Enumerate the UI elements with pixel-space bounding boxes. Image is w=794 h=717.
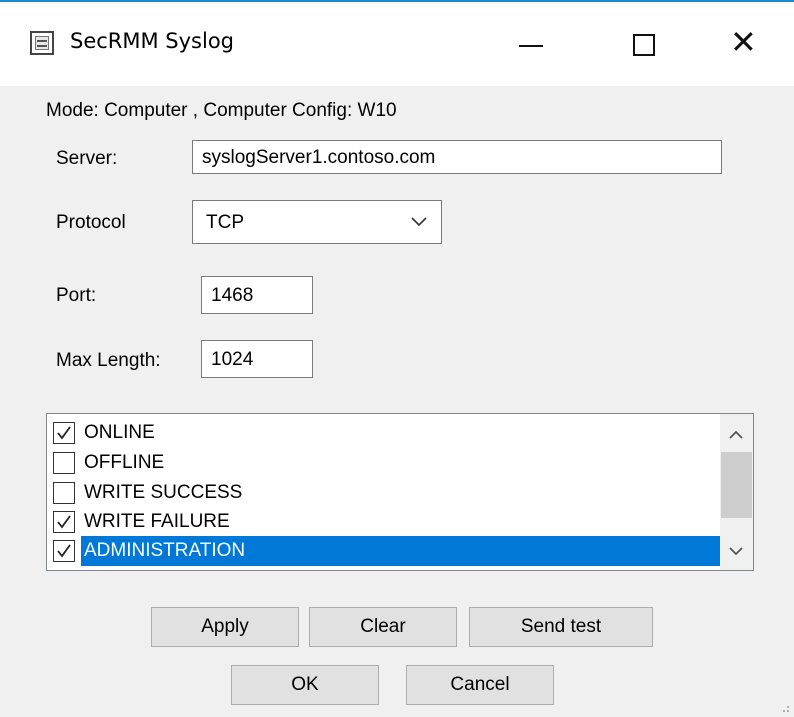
max-length-label: Max Length: <box>56 350 161 371</box>
protocol-dropdown[interactable]: TCP <box>192 200 442 244</box>
port-label: Port: <box>56 285 97 306</box>
list-item[interactable]: WRITE SUCCESS <box>51 478 719 508</box>
minimize-button[interactable] <box>486 12 576 82</box>
event-checklist[interactable]: ONLINE OFFLINE WRITE SUCCESS WRITE FAILU… <box>46 413 754 571</box>
minimize-icon <box>519 45 543 47</box>
apply-button[interactable]: Apply <box>151 607 299 647</box>
title-bar[interactable]: SecRMM Syslog ✕ <box>0 0 794 86</box>
list-item-label: OFFLINE <box>84 452 165 473</box>
send-test-button[interactable]: Send test <box>469 607 653 647</box>
scroll-up-icon[interactable] <box>729 430 743 439</box>
checkmark-icon <box>57 426 71 440</box>
checkmark-icon <box>57 515 71 529</box>
checkmark-icon <box>57 544 71 558</box>
checkbox-write-success[interactable] <box>53 482 75 504</box>
list-item-label: WRITE SUCCESS <box>84 482 243 503</box>
protocol-value: TCP <box>206 212 244 233</box>
list-item-label: ADMINISTRATION <box>81 536 722 566</box>
max-length-input[interactable]: 1024 <box>201 340 313 378</box>
scroll-down-icon[interactable] <box>729 547 743 556</box>
protocol-label: Protocol <box>56 212 126 233</box>
clear-button[interactable]: Clear <box>309 607 457 647</box>
maximize-icon <box>633 34 655 56</box>
chevron-down-icon <box>411 217 427 227</box>
checkbox-write-failure[interactable] <box>53 511 75 533</box>
list-item[interactable]: WRITE FAILURE <box>51 507 719 537</box>
checkbox-administration[interactable] <box>53 540 75 562</box>
cancel-button[interactable]: Cancel <box>406 665 554 705</box>
list-item-label: WRITE FAILURE <box>84 511 230 532</box>
port-input[interactable]: 1468 <box>201 276 313 314</box>
ok-button[interactable]: OK <box>231 665 379 705</box>
scrollbar-thumb[interactable] <box>721 452 752 518</box>
checkbox-online[interactable] <box>53 422 75 444</box>
checkbox-offline[interactable] <box>53 452 75 474</box>
resize-grip-icon[interactable] <box>776 699 790 713</box>
close-icon: ✕ <box>730 23 757 61</box>
vertical-scrollbar[interactable] <box>720 414 753 570</box>
list-item[interactable]: ONLINE <box>51 418 719 448</box>
app-icon <box>30 31 54 55</box>
list-item-selected[interactable]: ADMINISTRATION <box>51 536 722 566</box>
maximize-button[interactable] <box>597 12 687 82</box>
list-item-label: ONLINE <box>84 422 155 443</box>
mode-label: Mode: Computer , Computer Config: W10 <box>46 100 397 121</box>
window-title: SecRMM Syslog <box>70 29 235 53</box>
list-item[interactable]: OFFLINE <box>51 448 719 478</box>
server-label: Server: <box>56 148 118 169</box>
syslog-dialog: SecRMM Syslog ✕ Mode: Computer , Compute… <box>0 0 794 717</box>
server-input[interactable]: syslogServer1.contoso.com <box>192 140 722 174</box>
close-button[interactable]: ✕ <box>700 12 790 82</box>
